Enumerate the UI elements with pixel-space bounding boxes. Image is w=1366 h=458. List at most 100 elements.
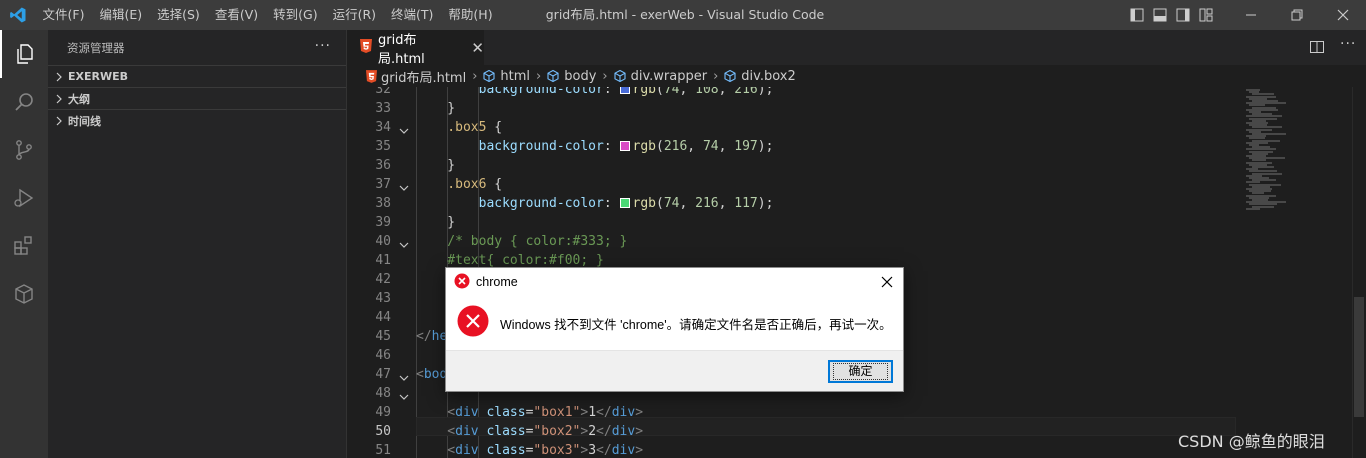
menu-item[interactable]: 选择(S) bbox=[150, 0, 208, 30]
code-token: { bbox=[494, 177, 503, 192]
dialog-title: chrome bbox=[476, 275, 518, 289]
close-tab-icon[interactable]: ✕ bbox=[471, 39, 484, 57]
extensions-icon[interactable] bbox=[0, 222, 48, 270]
code-token: { bbox=[494, 120, 503, 135]
code-token: div bbox=[455, 405, 487, 420]
chevron-right-icon: › bbox=[472, 68, 478, 84]
source-control-icon[interactable] bbox=[0, 126, 48, 174]
chevron-right-icon: › bbox=[713, 68, 719, 84]
code-token: < bbox=[416, 424, 456, 439]
menu-item[interactable]: 编辑(E) bbox=[92, 0, 150, 30]
search-icon[interactable] bbox=[0, 78, 48, 126]
breadcrumb-label: html bbox=[500, 68, 531, 84]
code-token: 108 bbox=[695, 87, 719, 97]
minimap-line bbox=[1246, 207, 1260, 210]
code-token: background-color bbox=[416, 196, 604, 211]
code-token: > bbox=[635, 424, 644, 439]
toggle-panel-icon[interactable] bbox=[1151, 0, 1169, 30]
line-number: 51 bbox=[375, 443, 391, 458]
customize-layout-icon[interactable] bbox=[1197, 0, 1215, 30]
minimap[interactable] bbox=[1238, 87, 1348, 458]
code-token: .box6 bbox=[416, 177, 495, 192]
sidebar-sections: EXERWEB 大纲 时间线 bbox=[48, 65, 346, 131]
explorer-sidebar: 资源管理器 ··· EXERWEB 大纲 时间线 bbox=[48, 30, 347, 458]
files-icon[interactable] bbox=[0, 30, 48, 78]
breadcrumb-item[interactable]: › body bbox=[530, 69, 596, 84]
code-text: .box6 { bbox=[416, 175, 502, 194]
code-token: 216 bbox=[695, 196, 719, 211]
line-number: 40 bbox=[375, 234, 391, 249]
toggle-primary-sidebar-icon[interactable] bbox=[1128, 0, 1146, 30]
code-token: </ bbox=[596, 405, 612, 420]
dialog-body: Windows 找不到文件 'chrome'。请确定文件名是否正确后，再试一次。 bbox=[446, 296, 903, 350]
line-number: 32 bbox=[375, 87, 391, 97]
fold-chevron-icon[interactable] bbox=[399, 123, 409, 134]
code-text: /* body { color:#333; } bbox=[416, 232, 627, 251]
menu-item[interactable]: 查看(V) bbox=[207, 0, 265, 30]
minimize-icon[interactable] bbox=[1228, 0, 1274, 30]
fold-chevron-icon[interactable] bbox=[399, 370, 409, 381]
code-token: 216 bbox=[734, 87, 758, 97]
code-token: < bbox=[416, 405, 456, 420]
breadcrumb-item[interactable]: › html bbox=[466, 69, 530, 84]
more-actions-icon[interactable]: ··· bbox=[315, 38, 331, 54]
code-token: } bbox=[416, 101, 456, 116]
code-line: 35 background-color: rgb(216, 74, 197); bbox=[348, 137, 1248, 156]
sidebar-section[interactable]: 大纲 bbox=[48, 87, 346, 109]
close-window-icon[interactable] bbox=[1320, 0, 1366, 30]
breadcrumb-item[interactable]: › div.box2 bbox=[707, 69, 796, 84]
menu-item[interactable]: 终端(T) bbox=[384, 0, 441, 30]
sidebar-section[interactable]: 时间线 bbox=[48, 109, 346, 131]
line-number: 33 bbox=[375, 101, 391, 116]
symbol-icon bbox=[723, 69, 737, 83]
color-swatch[interactable] bbox=[619, 141, 630, 151]
breadcrumb-label: grid布局.html bbox=[381, 70, 467, 86]
code-token: class bbox=[486, 424, 526, 439]
fold-chevron-icon[interactable] bbox=[399, 237, 409, 248]
error-small-icon bbox=[454, 273, 470, 292]
split-editor-icon[interactable] bbox=[1309, 39, 1325, 55]
restore-icon[interactable] bbox=[1274, 0, 1320, 30]
menu-item[interactable]: 运行(R) bbox=[325, 0, 383, 30]
code-token: background-color bbox=[416, 87, 604, 97]
fold-chevron-icon[interactable] bbox=[399, 180, 409, 191]
sidebar-section[interactable]: EXERWEB bbox=[48, 65, 346, 87]
code-token: ( bbox=[655, 196, 664, 211]
html5-file-icon bbox=[366, 69, 377, 83]
line-number: 39 bbox=[375, 215, 391, 230]
code-token: , bbox=[687, 139, 703, 154]
code-token: 74 bbox=[702, 139, 719, 154]
code-token: 117 bbox=[734, 196, 758, 211]
fold-chevron-icon[interactable] bbox=[399, 389, 409, 400]
color-swatch[interactable] bbox=[619, 198, 630, 208]
code-token: rgb bbox=[632, 196, 656, 211]
line-number: 43 bbox=[375, 291, 391, 306]
toggle-secondary-sidebar-icon[interactable] bbox=[1174, 0, 1192, 30]
code-text: } bbox=[416, 213, 455, 232]
menu-item[interactable]: 转到(G) bbox=[266, 0, 325, 30]
color-swatch[interactable] bbox=[619, 87, 630, 94]
dialog-close-icon[interactable] bbox=[877, 272, 897, 292]
code-line: 38 background-color: rgb(74, 216, 117); bbox=[348, 194, 1248, 213]
code-token: ); bbox=[757, 139, 774, 154]
code-text: } bbox=[416, 99, 455, 118]
code-token: rgb bbox=[632, 139, 656, 154]
line-number: 36 bbox=[375, 158, 391, 173]
ok-button[interactable]: 确定 bbox=[828, 360, 893, 383]
run-debug-icon[interactable] bbox=[0, 174, 48, 222]
sidebar-section-label: EXERWEB bbox=[68, 70, 129, 83]
scrollbar-thumb[interactable] bbox=[1354, 297, 1364, 417]
line-number: 45 bbox=[375, 329, 391, 344]
menu-item[interactable]: 文件(F) bbox=[35, 0, 92, 30]
breadcrumb-item[interactable]: › div.wrapper bbox=[596, 69, 707, 84]
tab-grid-layout-html[interactable]: grid布局.html ✕ bbox=[348, 30, 484, 67]
window-title: grid布局.html - exerWeb - Visual Studio Co… bbox=[545, 7, 825, 22]
editor-more-actions-icon[interactable]: ··· bbox=[1340, 36, 1356, 52]
remote-explorer-icon[interactable] bbox=[0, 270, 48, 318]
breadcrumb-item[interactable]: grid布局.html bbox=[366, 67, 466, 86]
code-token: } bbox=[416, 158, 456, 173]
html5-file-icon bbox=[360, 38, 372, 57]
line-number: 44 bbox=[375, 310, 391, 325]
chevron-right-icon: › bbox=[602, 68, 608, 84]
window-controls bbox=[1228, 0, 1366, 30]
